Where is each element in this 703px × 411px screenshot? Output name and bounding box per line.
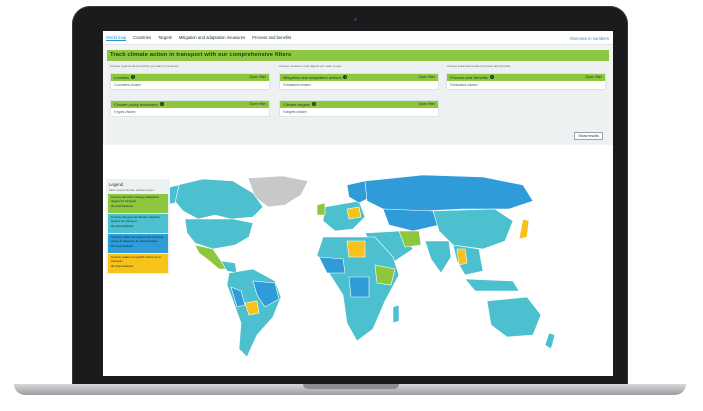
webcam-icon: [354, 18, 357, 21]
australia-region: [486, 296, 542, 338]
map-legend: Legend Most recent climate policies type…: [106, 179, 170, 274]
info-icon[interactable]: i: [159, 102, 164, 106]
new-zealand-region: [544, 332, 556, 350]
show-results-button[interactable]: Show results: [574, 132, 603, 140]
open-filter-button[interactable]: Open filter: [249, 75, 266, 79]
process-filter[interactable]: Process and Benefits i Open filter 0 indi…: [446, 73, 606, 90]
libya-region: [346, 240, 366, 258]
mexico-region: [194, 244, 228, 270]
browser-screen: World map Countries Targets Mitigation a…: [103, 31, 613, 376]
tab-targets[interactable]: Targets: [158, 35, 172, 40]
india-region: [424, 240, 452, 274]
myanmar-region: [456, 248, 468, 266]
canada-region: [172, 178, 264, 220]
location-filter-value: 0 countries chosen: [114, 83, 141, 87]
targets-filter-title: Climate targets: [283, 102, 310, 107]
banner-title: Track climate action in transport with o…: [110, 52, 292, 58]
mitigation-filter-value: 0 measures chosen: [283, 83, 311, 87]
west-africa-region: [318, 256, 346, 274]
process-filter-title: Process and Benefits: [450, 75, 488, 80]
tab-world-map[interactable]: World map: [106, 35, 127, 41]
legend-subtitle: Most recent climate policies types: [109, 188, 154, 192]
open-filter-button[interactable]: Open filter: [585, 75, 602, 79]
legend-item[interactable]: Country has general climate mitigation a…: [108, 214, 168, 233]
policy-filter-title: Climate policy document: [114, 102, 158, 107]
legend-item-label: Country has NDC strategy adaptation targ…: [111, 195, 160, 203]
overview-link[interactable]: Overview in numbers: [570, 36, 609, 41]
top-nav: World map Countries Targets Mitigation a…: [103, 31, 613, 45]
legend-item-label: Country has general climate mitigation a…: [111, 215, 161, 223]
process-filter-value: 0 indicators chosen: [450, 83, 478, 87]
legend-item-count: 00 countries/land: [111, 224, 134, 229]
madagascar-region: [392, 304, 400, 324]
tab-mitigation-adaptation[interactable]: Mitigation and adaptation measures: [179, 35, 245, 40]
legend-title: Legend: [109, 182, 123, 187]
legend-item-label: Country makes no specific reference to t…: [111, 255, 162, 263]
filter-panel: Choose regions and countries you want to…: [107, 62, 609, 144]
open-filter-button[interactable]: Open filter: [249, 102, 266, 106]
climate-targets-filter[interactable]: Climate targets i Open filter 0 targets c…: [279, 100, 439, 117]
targets-filter-value: 0 targets chosen: [283, 110, 307, 114]
legend-item-count: 00 countries/land: [111, 244, 134, 249]
laptop-notch: [303, 384, 399, 389]
page-banner: Track climate action in transport with o…: [107, 50, 609, 61]
russia-region: [364, 174, 534, 212]
info-icon[interactable]: i: [489, 75, 494, 79]
world-map[interactable]: Legend Most recent climate policies type…: [103, 145, 613, 376]
legend-item-count: 00 countries/land: [111, 204, 134, 209]
legend-item-count: 00 countries/land: [111, 264, 134, 269]
location-filter-title: Location: [114, 75, 130, 80]
process-hint: Choose parameters about process and bene…: [447, 64, 511, 68]
legend-item[interactable]: Country's NDC has targets and reporting …: [108, 234, 168, 253]
mitigation-filter-title: Mitigation and adaptation actions: [283, 75, 342, 80]
legend-item[interactable]: Country has NDC strategy adaptation targ…: [108, 194, 168, 213]
open-filter-button[interactable]: Open filter: [418, 75, 435, 79]
central-asia-region: [382, 208, 440, 232]
mitigation-filter[interactable]: Mitigation and adaptation actions i Open …: [279, 73, 439, 90]
central-africa-region: [348, 276, 370, 298]
legend-item[interactable]: Country makes no specific reference to t…: [108, 254, 168, 273]
location-filter[interactable]: Location i Open filter 0 countries chosen: [110, 73, 270, 90]
uk-region: [316, 202, 326, 216]
tab-process-benefits[interactable]: Process and benefits: [252, 35, 291, 40]
policy-filter-value: 0 types chosen: [114, 110, 136, 114]
open-filter-button[interactable]: Open filter: [418, 102, 435, 106]
info-icon[interactable]: i: [311, 102, 316, 106]
legend-item-label: Country's NDC has targets and reporting …: [111, 235, 164, 243]
policy-document-filter[interactable]: Climate policy document i Open filter 0 t…: [110, 100, 270, 117]
info-icon[interactable]: i: [343, 75, 348, 79]
measures-hint: Choose measures and targets you want to …: [279, 64, 342, 68]
central-europe-region: [346, 206, 362, 220]
info-icon[interactable]: i: [131, 75, 136, 79]
japan-region: [518, 218, 530, 240]
world-map-svg[interactable]: [103, 145, 613, 376]
tab-countries[interactable]: Countries: [133, 35, 151, 40]
usa-region: [184, 218, 254, 250]
indonesia-region: [464, 278, 520, 292]
location-hint: Choose regions and countries you want to…: [110, 64, 179, 68]
